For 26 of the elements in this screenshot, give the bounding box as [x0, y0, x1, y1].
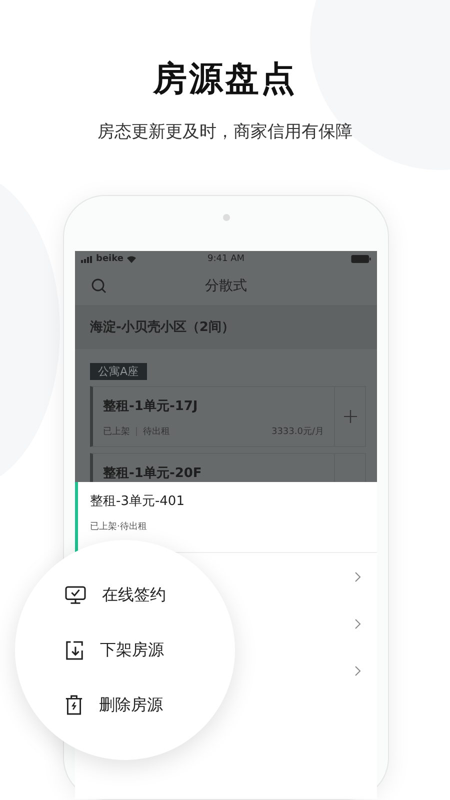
- status-time: 9:41 AM: [208, 254, 244, 264]
- listing-title: 整租-1单元-20F: [103, 465, 203, 482]
- chevron-icon[interactable]: [355, 618, 361, 628]
- phone-camera: [222, 214, 230, 221]
- search-icon[interactable]: [91, 278, 107, 294]
- screen-title: 分散式: [205, 277, 247, 295]
- battery-icon: [351, 255, 371, 263]
- menu-item[interactable]: 删除房源: [65, 694, 235, 716]
- listing-title: 整租-1单元-17J: [103, 398, 199, 415]
- chevron-icon[interactable]: [355, 666, 361, 676]
- building-tag: 公寓A座: [90, 363, 147, 380]
- headline: 房源盘点: [153, 58, 297, 101]
- chevron-icon[interactable]: [355, 572, 361, 582]
- plus-icon[interactable]: [344, 410, 356, 423]
- trash-icon: [65, 695, 83, 715]
- wifi-icon: [126, 255, 138, 263]
- carrier-name: beike: [96, 254, 124, 264]
- tagline: 房态更新更及时，商家信用有保障: [98, 121, 352, 143]
- menu-item[interactable]: 下架房源: [65, 640, 235, 660]
- monitor-check-icon: [65, 586, 86, 604]
- box-arrow-icon: [65, 640, 84, 660]
- menu-item[interactable]: 在线签约: [65, 584, 235, 606]
- listing-status: 已上架·待出租: [90, 520, 148, 533]
- signal-icon: [81, 256, 93, 262]
- listing-title: 整租-3单元-401: [90, 493, 186, 510]
- community-header: 海淀-小贝壳小区（2间）: [75, 305, 377, 349]
